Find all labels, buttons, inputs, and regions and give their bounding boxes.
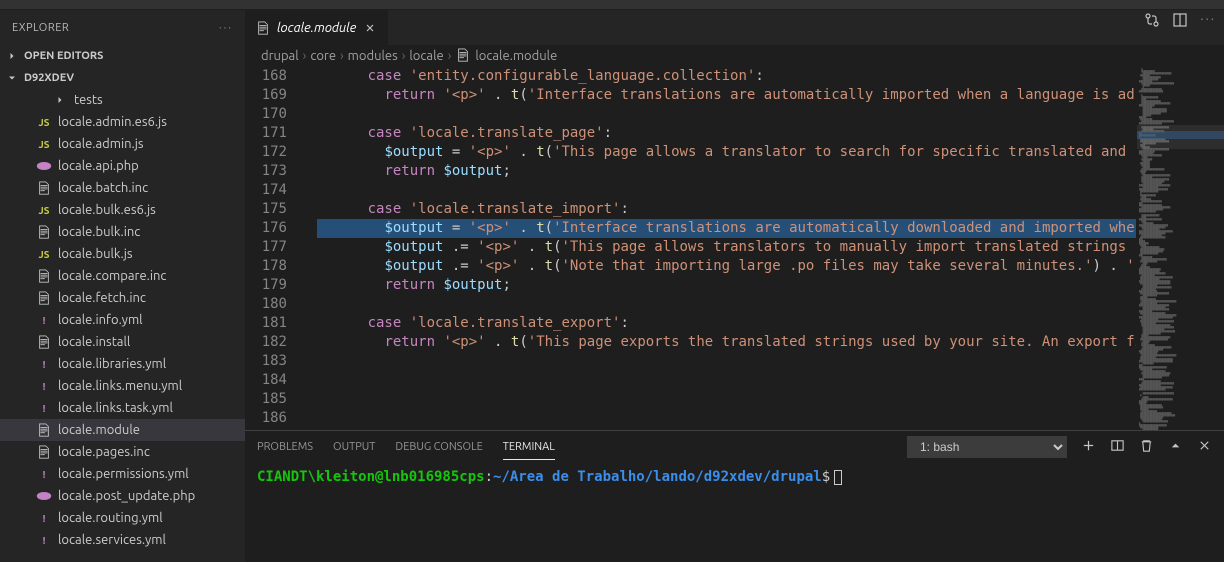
breadcrumb-item[interactable]: locale.module — [475, 49, 557, 63]
file-item[interactable]: JSlocale.bulk.es6.js — [0, 199, 245, 221]
file-item[interactable]: !locale.libraries.yml — [0, 353, 245, 375]
explorer-sidebar: EXPLORER ··· OPEN EDITORS D92XDEV tests … — [0, 10, 245, 562]
file-label: locale.install — [58, 335, 130, 349]
split-terminal-icon[interactable] — [1110, 438, 1125, 456]
editor[interactable]: 1681691701711721731741751761771781791801… — [245, 67, 1224, 430]
file-label: locale.bulk.es6.js — [58, 203, 156, 217]
file-label: locale.routing.yml — [58, 511, 163, 525]
terminal-select[interactable]: 1: bash — [907, 436, 1067, 458]
explorer-header: EXPLORER ··· — [0, 10, 245, 45]
minimap[interactable]: █ ███████████ ████████████████████████ █… — [1136, 67, 1224, 430]
file-item[interactable]: locale.bulk.inc — [0, 221, 245, 243]
open-editors-label: OPEN EDITORS — [24, 50, 103, 62]
file-label: locale.links.task.yml — [58, 401, 173, 415]
explorer-title: EXPLORER — [12, 22, 69, 34]
file-item[interactable]: JSlocale.admin.js — [0, 133, 245, 155]
file-tree[interactable]: tests JSlocale.admin.es6.jsJSlocale.admi… — [0, 89, 245, 562]
line-gutter: 1681691701711721731741751761771781791801… — [245, 67, 305, 430]
file-icon — [255, 20, 271, 36]
editor-tabs: locale.module ··· — [245, 10, 1224, 45]
file-label: locale.admin.es6.js — [58, 115, 167, 129]
chevron-down-icon — [4, 70, 20, 86]
chevron-right-icon — [52, 92, 68, 108]
file-item[interactable]: !locale.services.yml — [0, 529, 245, 551]
workspace-header[interactable]: D92XDEV — [0, 67, 245, 89]
chevron-right-icon — [4, 48, 20, 64]
minimap-content: █ ███████████ ████████████████████████ █… — [1137, 67, 1224, 430]
minimap-viewport[interactable] — [1137, 125, 1224, 149]
file-label: locale.post_update.php — [58, 489, 195, 503]
file-label: locale.services.yml — [58, 533, 166, 547]
file-label: locale.info.yml — [58, 313, 143, 327]
panel-tabs: PROBLEMS OUTPUT DEBUG CONSOLE TERMINAL 1… — [245, 431, 1224, 463]
tab-label: locale.module — [277, 21, 356, 35]
terminal-user: CIANDT\kleiton@lnb016985cps — [257, 469, 485, 485]
open-editors-header[interactable]: OPEN EDITORS — [0, 45, 245, 67]
breadcrumb-item[interactable]: core — [310, 49, 336, 63]
close-icon[interactable] — [362, 20, 378, 36]
file-item[interactable]: locale.api.php — [0, 155, 245, 177]
breadcrumb-item[interactable]: modules — [348, 49, 398, 63]
kill-terminal-icon[interactable] — [1139, 438, 1154, 456]
tab-terminal[interactable]: TERMINAL — [503, 435, 555, 460]
file-item[interactable]: JSlocale.bulk.js — [0, 243, 245, 265]
file-item[interactable]: !locale.info.yml — [0, 309, 245, 331]
file-label: locale.links.menu.yml — [58, 379, 182, 393]
file-label: locale.bulk.inc — [58, 225, 140, 239]
terminal-cursor — [834, 470, 842, 485]
file-item[interactable]: locale.batch.inc — [0, 177, 245, 199]
split-editor-icon[interactable] — [1172, 12, 1188, 31]
file-item[interactable]: !locale.links.menu.yml — [0, 375, 245, 397]
file-item[interactable]: JSlocale.admin.es6.js — [0, 111, 245, 133]
tab-output[interactable]: OUTPUT — [333, 435, 375, 459]
file-label: locale.batch.inc — [58, 181, 148, 195]
file-item[interactable]: locale.fetch.inc — [0, 287, 245, 309]
file-label: locale.compare.inc — [58, 269, 166, 283]
chevron-right-icon: › — [303, 49, 307, 63]
menubar — [0, 0, 1224, 10]
terminal-sep: : — [485, 469, 493, 485]
file-item[interactable]: !locale.links.task.yml — [0, 397, 245, 419]
more-icon[interactable]: ··· — [219, 22, 233, 34]
breadcrumb[interactable]: drupal›core›modules›locale›locale.module — [245, 45, 1224, 67]
terminal-body[interactable]: CIANDT\kleiton@lnb016985cps:~/Area de Tr… — [245, 463, 1224, 562]
code-content[interactable]: case 'entity.configurable_language.colle… — [305, 67, 1136, 430]
terminal-end: $ — [822, 469, 830, 485]
close-panel-icon[interactable] — [1197, 438, 1212, 456]
file-item[interactable]: !locale.routing.yml — [0, 507, 245, 529]
file-label: locale.api.php — [58, 159, 139, 173]
breadcrumb-item[interactable]: locale — [409, 49, 443, 63]
file-label: locale.libraries.yml — [58, 357, 166, 371]
file-item[interactable]: locale.post_update.php — [0, 485, 245, 507]
tab-locale-module[interactable]: locale.module — [245, 10, 388, 45]
file-label: locale.pages.inc — [58, 445, 150, 459]
folder-tests[interactable]: tests — [0, 89, 245, 111]
chevron-right-icon: › — [402, 49, 406, 63]
new-terminal-icon[interactable] — [1081, 438, 1096, 456]
tab-debug-console[interactable]: DEBUG CONSOLE — [395, 435, 482, 459]
file-item[interactable]: locale.module — [0, 419, 245, 441]
file-item[interactable]: locale.pages.inc — [0, 441, 245, 463]
bottom-panel: PROBLEMS OUTPUT DEBUG CONSOLE TERMINAL 1… — [245, 430, 1224, 562]
file-label: locale.admin.js — [58, 137, 144, 151]
file-label: locale.fetch.inc — [58, 291, 146, 305]
file-label: locale.module — [58, 423, 140, 437]
file-label: locale.permissions.yml — [58, 467, 189, 481]
more-actions-icon[interactable]: ··· — [1200, 12, 1216, 31]
maximize-panel-icon[interactable] — [1168, 438, 1183, 456]
chevron-right-icon: › — [340, 49, 344, 63]
file-item[interactable]: locale.compare.inc — [0, 265, 245, 287]
workspace-label: D92XDEV — [24, 72, 74, 84]
file-item[interactable]: !locale.permissions.yml — [0, 463, 245, 485]
terminal-path: ~/Area de Trabalho/lando/d92xdev/drupal — [493, 469, 822, 485]
breadcrumb-item[interactable]: drupal — [261, 49, 299, 63]
file-icon — [455, 47, 471, 65]
file-item[interactable]: locale.install — [0, 331, 245, 353]
chevron-right-icon: › — [448, 49, 452, 63]
git-compare-icon[interactable] — [1144, 12, 1160, 31]
folder-label: tests — [74, 93, 103, 107]
tab-problems[interactable]: PROBLEMS — [257, 435, 313, 459]
file-label: locale.bulk.js — [58, 247, 133, 261]
